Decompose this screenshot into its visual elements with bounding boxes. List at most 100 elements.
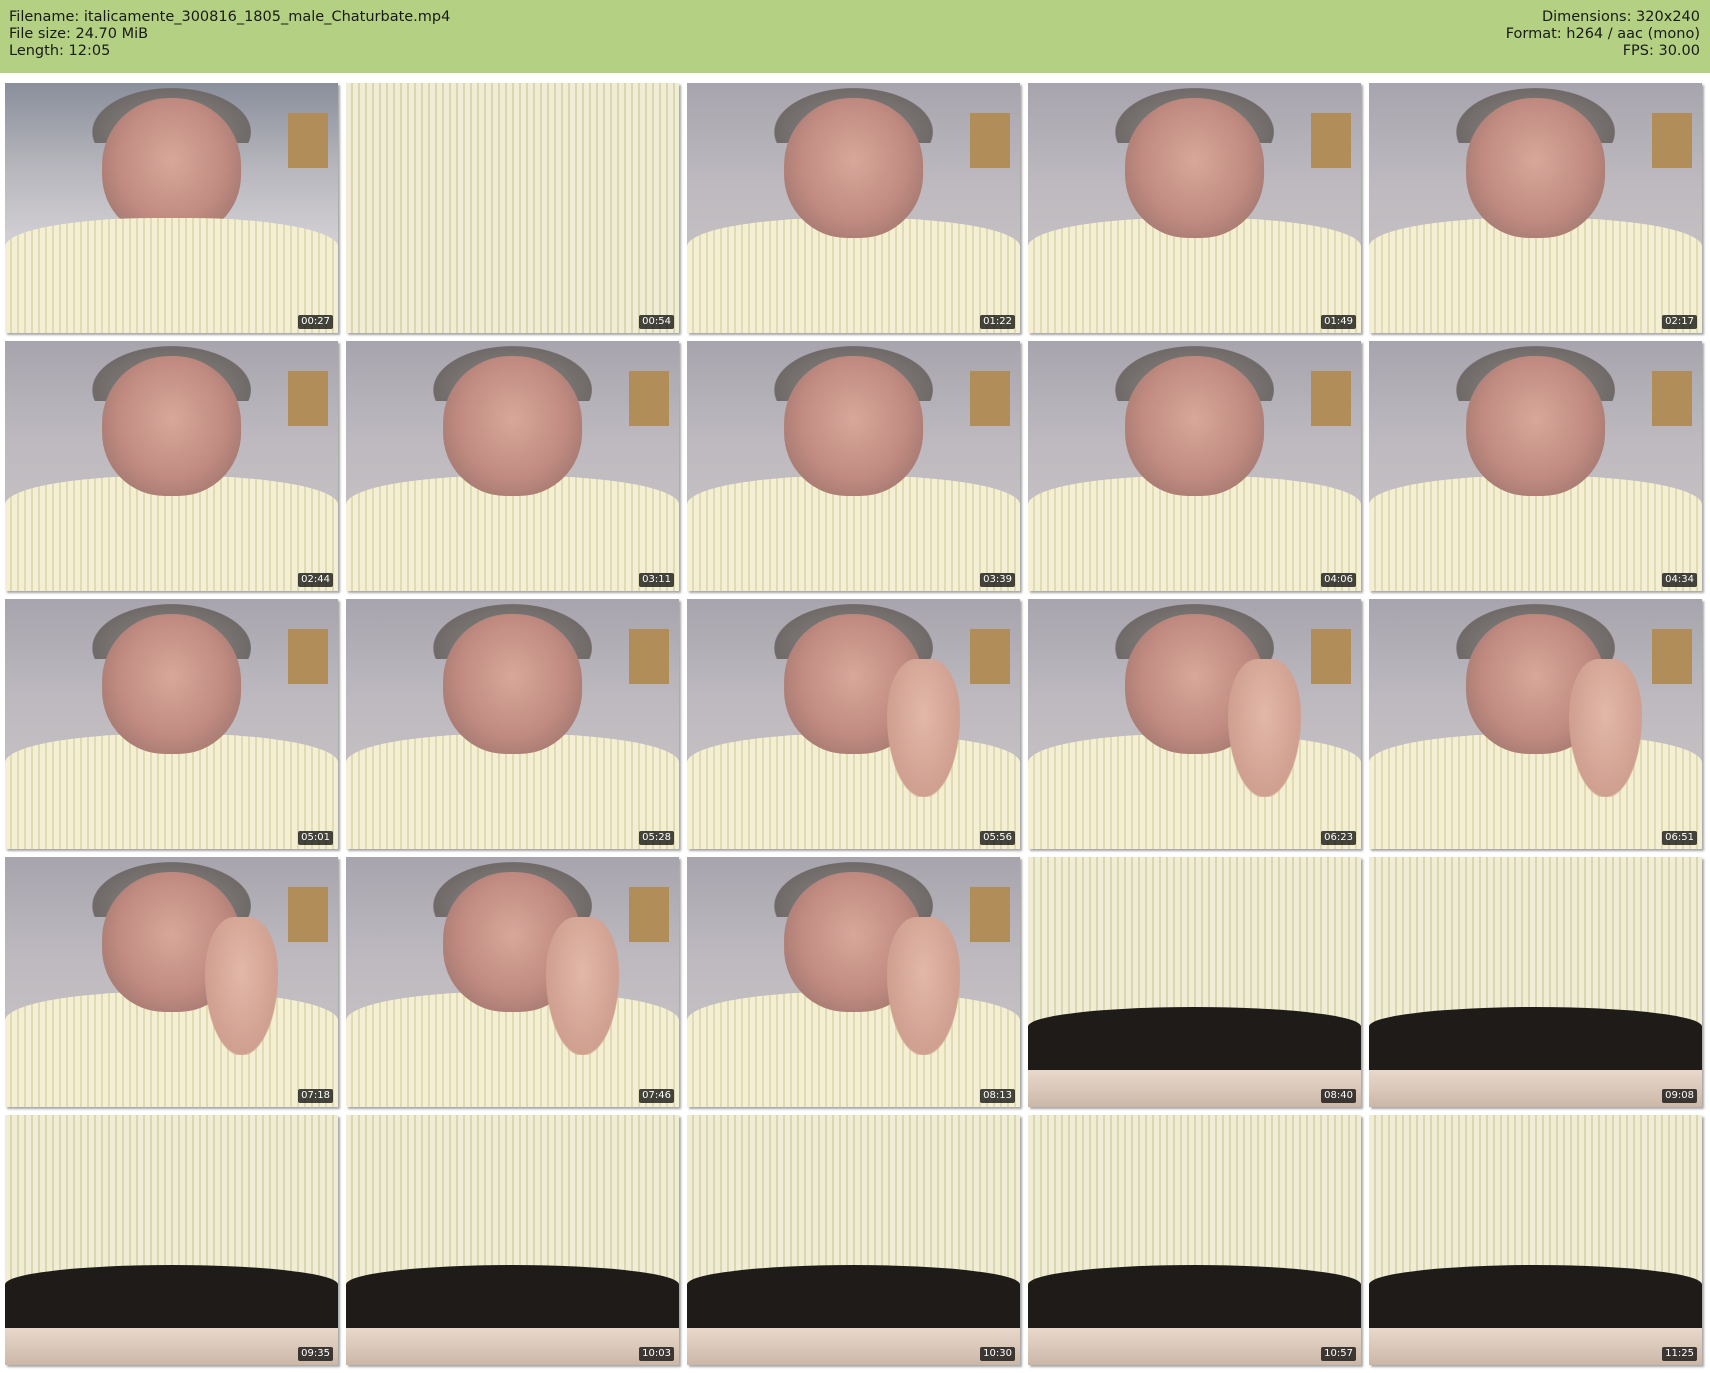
background-boxes [288,113,329,168]
face [783,356,924,496]
video-thumbnail[interactable]: 01:22 [687,83,1020,333]
thumbnail-frame-image [687,857,1020,1107]
hand [886,917,961,1055]
dark-trousers [687,1265,1020,1330]
timestamp-label: 10:57 [1321,1347,1356,1361]
thumbnail-frame-image [687,83,1020,333]
length-text: Length: 12:05 [9,43,111,59]
timestamp-label: 02:17 [1662,315,1697,329]
timestamp-label: 01:22 [980,315,1015,329]
timestamp-label: 05:01 [298,831,333,845]
video-thumbnail[interactable]: 10:03 [346,1115,679,1365]
face [101,356,242,496]
timestamp-label: 10:30 [980,1347,1015,1361]
video-thumbnail[interactable]: 02:17 [1369,83,1702,333]
background-boxes [288,371,329,426]
timestamp-label: 09:08 [1662,1089,1697,1103]
background-boxes [629,887,670,942]
video-thumbnail[interactable]: 06:51 [1369,599,1702,849]
video-thumbnail[interactable]: 03:39 [687,341,1020,591]
video-thumbnail[interactable]: 07:18 [5,857,338,1107]
format-text: Format: h264 / aac (mono) [1505,26,1700,42]
thumbnail-frame-image [687,1115,1020,1365]
thumbnail-frame-image [1369,599,1702,849]
video-thumbnail[interactable]: 08:13 [687,857,1020,1107]
video-thumbnail[interactable]: 08:40 [1028,857,1361,1107]
thumbnail-frame-image [1028,599,1361,849]
video-thumbnail[interactable]: 10:57 [1028,1115,1361,1365]
video-thumbnail[interactable]: 11:25 [1369,1115,1702,1365]
background-boxes [970,629,1011,684]
face [442,356,583,496]
face [1124,98,1265,238]
face [783,98,924,238]
timestamp-label: 09:35 [298,1347,333,1361]
background-boxes [970,371,1011,426]
background-boxes [970,887,1011,942]
dark-trousers [1028,1007,1361,1072]
file-info-right: Dimensions: 320x240 Format: h264 / aac (… [1506,9,1700,60]
background-boxes [1652,371,1693,426]
thumbnail-frame-image [1369,83,1702,333]
video-thumbnail[interactable]: 05:28 [346,599,679,849]
timestamp-label: 08:13 [980,1089,1015,1103]
timestamp-label: 03:39 [980,573,1015,587]
background-boxes [1652,629,1693,684]
dark-trousers [1369,1007,1702,1072]
dark-trousers [1369,1265,1702,1330]
background-boxes [1652,113,1693,168]
video-thumbnail[interactable]: 10:30 [687,1115,1020,1365]
file-info-left: Filename: italicamente_300816_1805_male_… [9,9,450,60]
video-thumbnail[interactable]: 06:23 [1028,599,1361,849]
face [1465,356,1606,496]
desk-edge [346,1327,679,1365]
video-thumbnail[interactable]: 04:06 [1028,341,1361,591]
background-boxes [1311,629,1352,684]
timestamp-label: 02:44 [298,573,333,587]
thumbnail-frame-image [1369,857,1702,1107]
video-thumbnail[interactable]: 07:46 [346,857,679,1107]
video-thumbnail[interactable]: 04:34 [1369,341,1702,591]
thumbnail-frame-image [5,599,338,849]
thumbnail-frame-image [346,341,679,591]
filename-text: Filename: italicamente_300816_1805_male_… [9,9,451,25]
video-thumbnail[interactable]: 02:44 [5,341,338,591]
video-thumbnail[interactable]: 09:35 [5,1115,338,1365]
thumbnail-frame-image [1369,341,1702,591]
face [442,614,583,754]
dark-trousers [1028,1265,1361,1330]
hand [545,917,620,1055]
filesize-text: File size: 24.70 MiB [9,26,149,42]
video-thumbnail[interactable]: 05:01 [5,599,338,849]
timestamp-label: 11:25 [1662,1347,1697,1361]
video-thumbnail[interactable]: 09:08 [1369,857,1702,1107]
hand [886,659,961,797]
timestamp-label: 06:51 [1662,831,1697,845]
video-thumbnail[interactable]: 03:11 [346,341,679,591]
timestamp-label: 04:34 [1662,573,1697,587]
face [101,98,242,238]
video-thumbnail[interactable]: 05:56 [687,599,1020,849]
timestamp-label: 06:23 [1321,831,1356,845]
thumbnail-frame-image [346,857,679,1107]
thumbnail-frame-image [687,341,1020,591]
timestamp-label: 07:18 [298,1089,333,1103]
video-thumbnail[interactable]: 01:49 [1028,83,1361,333]
face [1465,98,1606,238]
face [101,614,242,754]
dark-trousers [5,1265,338,1330]
thumbnail-frame-image [5,341,338,591]
timestamp-label: 01:49 [1321,315,1356,329]
thumbnail-frame-image [1028,1115,1361,1365]
video-thumbnail[interactable]: 00:54 [346,83,679,333]
thumbnail-frame-image [1028,83,1361,333]
timestamp-label: 05:56 [980,831,1015,845]
timestamp-label: 00:54 [639,315,674,329]
thumbnail-frame-image [346,83,679,333]
desk-edge [1369,1327,1702,1365]
desk-edge [687,1327,1020,1365]
timestamp-label: 05:28 [639,831,674,845]
video-thumbnail[interactable]: 00:27 [5,83,338,333]
background-boxes [288,887,329,942]
desk-edge [5,1327,338,1365]
